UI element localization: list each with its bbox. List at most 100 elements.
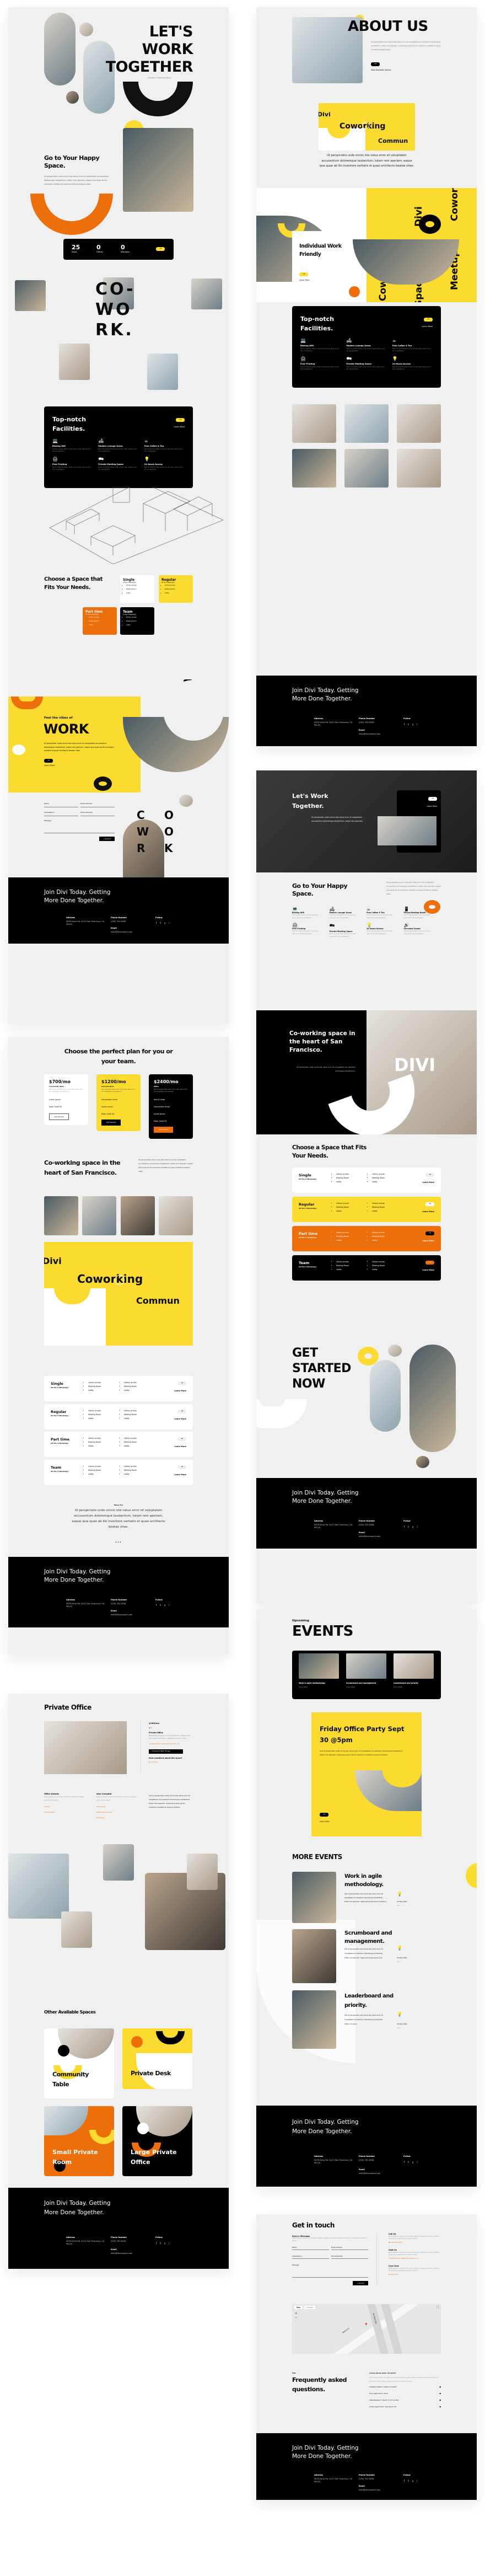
facebook-icon[interactable]: f [404,2161,405,2163]
zoom-out-icon[interactable]: − [295,2316,297,2320]
faq-item[interactable]: Proin eget tortor risus? ● [369,2392,441,2395]
schedule-button[interactable]: → Schedule a Walk Through [149,1749,183,1754]
plan-row-part-time[interactable]: Part timeAll the 5 Weekdays Library acce… [292,1226,441,1251]
youtube-icon[interactable]: y [164,2242,165,2245]
event-thumb[interactable] [299,1653,339,1679]
fullscreen-icon[interactable]: ⛶ [436,2306,439,2309]
video-banner[interactable]: Divi Coworking Commun [44,1242,193,1346]
more-event-image[interactable] [292,1872,336,1923]
arrow-button[interactable]: → [177,1465,186,1469]
plan-row-regular[interactable]: RegularAll the 5 Weekdays Library access… [292,1197,441,1222]
individual-arrow-button[interactable]: → [299,272,308,276]
event-thumb[interactable] [346,1653,386,1679]
message-field[interactable]: Message [292,2264,368,2278]
space-card-regular[interactable]: Regular All the 5 Weekdays Library acces… [159,575,193,603]
facilities-arrow-button[interactable]: → [176,418,185,422]
space-tile-small-private-room[interactable]: Small Private Room [44,2106,114,2176]
faq-item[interactable]: Praesent sapien massa convallis? ● [369,2386,441,2388]
live-chat-link[interactable]: ▬ Live Chat [149,1761,193,1763]
arrow-button[interactable]: → [425,1173,434,1177]
facebook-icon[interactable]: f [156,922,157,924]
arrow-button[interactable]: → [425,1202,434,1206]
arrow-button[interactable]: → [177,1381,186,1385]
map-embed[interactable]: Map Satellite + − ⛶ 📍 Market St Van Ness… [292,2304,441,2354]
event-thumb[interactable] [394,1653,434,1679]
faq-item[interactable]: Lorem eget tortor risus amet sit? ● [369,2406,441,2408]
space-tile-private-desk[interactable]: Private Desk [122,2028,192,2089]
get-started-button[interactable]: Get Started [154,1127,173,1133]
youtube-icon[interactable]: y [412,1525,413,1528]
arrow-button[interactable]: → [425,1231,434,1235]
name-field[interactable]: Name [44,802,78,807]
twitter-icon[interactable]: t [160,2242,161,2245]
name-field[interactable]: Name [292,2246,329,2250]
space-card-team[interactable]: Team All the 5 Weekdays Library accessMe… [120,607,154,635]
faq-item[interactable]: Pellentesque in ipsum id orci porta? ● [369,2399,441,2401]
zoom-in-icon[interactable]: + [295,2312,297,2315]
visit-link[interactable]: ⦿ 5678 Extra Rd. #890 San Francisco, CA [389,2258,441,2261]
plan-row-single[interactable]: SingleAll the 5 Weekdays Library accessM… [44,1376,193,1401]
submit-button[interactable]: → Submit [353,2281,368,2285]
about-video-banner[interactable]: Divi Coworking Commun [319,103,415,151]
get-started-button[interactable]: Get Started [101,1120,121,1126]
youtube-icon[interactable]: y [412,723,413,726]
vibes-learn-more[interactable]: Learn More [44,764,55,767]
plan-row-regular[interactable]: RegularAll the 5 Weekdays Library access… [44,1404,193,1429]
interested-select[interactable]: Interested In [292,2255,329,2259]
slider-dots[interactable]: ••• [115,1541,122,1544]
twitter-icon[interactable]: t [408,2479,409,2482]
arrow-button[interactable]: → [177,1437,186,1441]
facebook-icon[interactable]: f [156,2242,157,2245]
featured-event-arrow-button[interactable]: → [320,1813,328,1817]
facilities-learn-more[interactable]: Learn More [174,426,185,428]
space-card-part-time[interactable]: Part time All the 5 Weekdays Library acc… [83,607,117,635]
interested-select[interactable]: Interested In [44,811,78,816]
submit-button[interactable]: → Submit [99,837,115,841]
email-field[interactable]: Email Address [331,2246,368,2250]
faq-open-question[interactable]: Lorem ipsum dolor sit amet? [369,2372,441,2374]
stats-arrow-button[interactable]: → [156,247,165,251]
youtube-icon[interactable]: y [164,922,165,924]
more-event-image[interactable] [292,1990,336,2049]
play-icon[interactable] [115,1275,125,1285]
arrow-button[interactable]: → [177,1410,186,1413]
youtube-icon[interactable]: y [412,2479,413,2482]
phone-field[interactable]: Phone Number [331,2255,368,2259]
email-field[interactable]: Email Address [80,802,115,807]
view-spaces-link[interactable]: View Available Spaces [371,69,391,71]
twitter-icon[interactable]: t [408,1525,409,1528]
call-link[interactable]: ☎ (255) 528-1356 [389,2242,441,2245]
facilities-arrow-button[interactable]: → [424,318,433,322]
hero-arrow-button[interactable]: → [428,797,437,801]
facebook-icon[interactable]: f [156,1604,157,1606]
space-tile-large-private-office[interactable]: Large Private Office [122,2106,192,2176]
chat-link[interactable]: ▬ Start Chat [389,2274,441,2277]
get-started-button[interactable]: Get Started [49,1113,69,1120]
plan-row-part-time[interactable]: Part timeAll the 5 Weekdays Library acce… [44,1432,193,1457]
twitter-icon[interactable]: t [408,2161,409,2163]
arrow-button[interactable]: → [425,1261,434,1265]
play-icon[interactable] [362,122,369,129]
twitter-icon[interactable]: t [160,922,161,924]
hero-video-thumb[interactable] [378,816,436,845]
twitter-icon[interactable]: t [160,1604,161,1606]
youtube-icon[interactable]: y [164,1604,165,1606]
facebook-icon[interactable]: f [404,2479,405,2482]
facebook-icon[interactable]: f [404,1525,405,1528]
plan-row-single[interactable]: SingleAll the 5 Weekdays Library accessM… [292,1167,441,1193]
facebook-icon[interactable]: f [404,723,405,726]
office-address-link[interactable]: ⦿ 5678 Extra Rd. #123, San Francisco, CA [149,1743,193,1745]
map-tab-map[interactable]: Map [294,2306,303,2309]
message-field[interactable]: Message [44,820,115,833]
plan-row-team[interactable]: TeamAll the 5 Weekdays Library accessMee… [44,1460,193,1485]
more-event-image[interactable] [292,1929,336,1983]
space-card-single[interactable]: Single All the 5 Weekdays Library access… [120,575,154,603]
space-tile-community-table[interactable]: Community Table [44,2028,114,2098]
youtube-icon[interactable]: y [412,2161,413,2163]
about-arrow-button[interactable]: → [371,62,380,66]
plan-row-team[interactable]: TeamAll the 5 Weekdays Library accessMee… [292,1255,441,1281]
vibes-arrow-button[interactable]: → [44,759,53,763]
twitter-icon[interactable]: t [408,723,409,726]
map-tab-satellite[interactable]: Satellite [304,2306,316,2309]
phone-field[interactable]: Phone Number [80,811,115,816]
